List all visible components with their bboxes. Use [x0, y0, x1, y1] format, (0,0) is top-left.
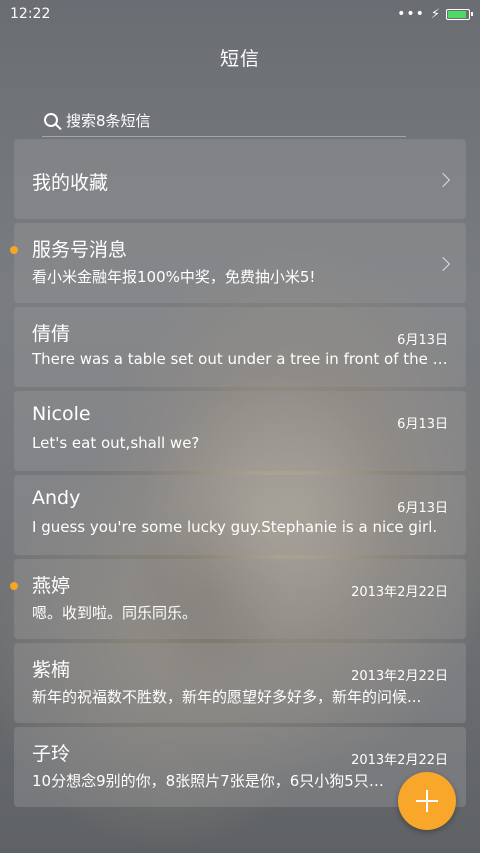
- page-title: 短信: [219, 48, 260, 70]
- search-bar[interactable]: 搜索8条短信: [42, 104, 406, 137]
- service-messages-item[interactable]: 服务号消息 看小米金融年报100%中奖，免费抽小米5!: [10, 223, 466, 303]
- contact-name: Andy: [32, 487, 81, 509]
- message-date: 2013年2月22日: [351, 669, 448, 684]
- search-icon: [44, 113, 58, 127]
- conversation-item[interactable]: 紫楠 2013年2月22日 新年的祝福数不胜数，新年的愿望好多好多，新年的问候.…: [14, 643, 466, 723]
- conversation-item[interactable]: Nicole 6月13日 Let's eat out,shall we?: [14, 391, 466, 471]
- unread-dot: [10, 582, 18, 590]
- chevron-right-icon: [435, 172, 451, 188]
- status-icons: ••• ⚡: [397, 6, 473, 22]
- charging-icon: ⚡: [430, 6, 440, 22]
- plus-icon: [416, 790, 438, 812]
- search-placeholder: 搜索8条短信: [66, 111, 151, 130]
- new-message-button[interactable]: [398, 772, 456, 830]
- contact-name: 紫楠: [32, 659, 71, 681]
- contact-name: 燕婷: [32, 575, 71, 597]
- message-date: 2013年2月22日: [351, 585, 448, 600]
- message-date: 6月13日: [397, 333, 448, 348]
- contact-name: 倩倩: [32, 323, 71, 345]
- contact-name: Nicole: [32, 403, 91, 425]
- service-name: 服务号消息: [32, 239, 128, 261]
- message-date: 2013年2月22日: [351, 753, 448, 768]
- favorites-label: 我的收藏: [32, 172, 109, 194]
- message-preview: There was a table set out under a tree i…: [32, 350, 448, 368]
- conversation-item[interactable]: 倩倩 6月13日 There was a table set out under…: [14, 307, 466, 387]
- message-preview: Let's eat out,shall we?: [32, 434, 200, 452]
- signal-icon: •••: [397, 6, 425, 22]
- message-date: 6月13日: [397, 417, 448, 432]
- status-time: 12:22: [10, 6, 51, 22]
- message-preview: 嗯。收到啦。同乐同乐。: [32, 604, 198, 622]
- conversation-item[interactable]: Andy 6月13日 I guess you're some lucky guy…: [14, 475, 466, 555]
- unread-dot: [10, 246, 18, 254]
- battery-icon: [446, 8, 473, 20]
- message-preview: 10分想念9别的你，8张照片7张是你，6只小狗5只像你...: [32, 772, 392, 790]
- contact-name: 子玲: [32, 743, 71, 765]
- battery-fill: [448, 10, 467, 18]
- conversation-item[interactable]: 燕婷 2013年2月22日 嗯。收到啦。同乐同乐。: [10, 559, 466, 639]
- service-preview: 看小米金融年报100%中奖，免费抽小米5!: [32, 268, 316, 286]
- status-bar: 12:22 ••• ⚡: [0, 0, 480, 28]
- message-preview: 新年的祝福数不胜数，新年的愿望好多好多，新年的问候...: [32, 688, 422, 706]
- message-date: 6月13日: [397, 501, 448, 516]
- favorites-item[interactable]: 我的收藏: [14, 139, 466, 219]
- message-preview: I guess you're some lucky guy.Stephanie …: [32, 518, 438, 536]
